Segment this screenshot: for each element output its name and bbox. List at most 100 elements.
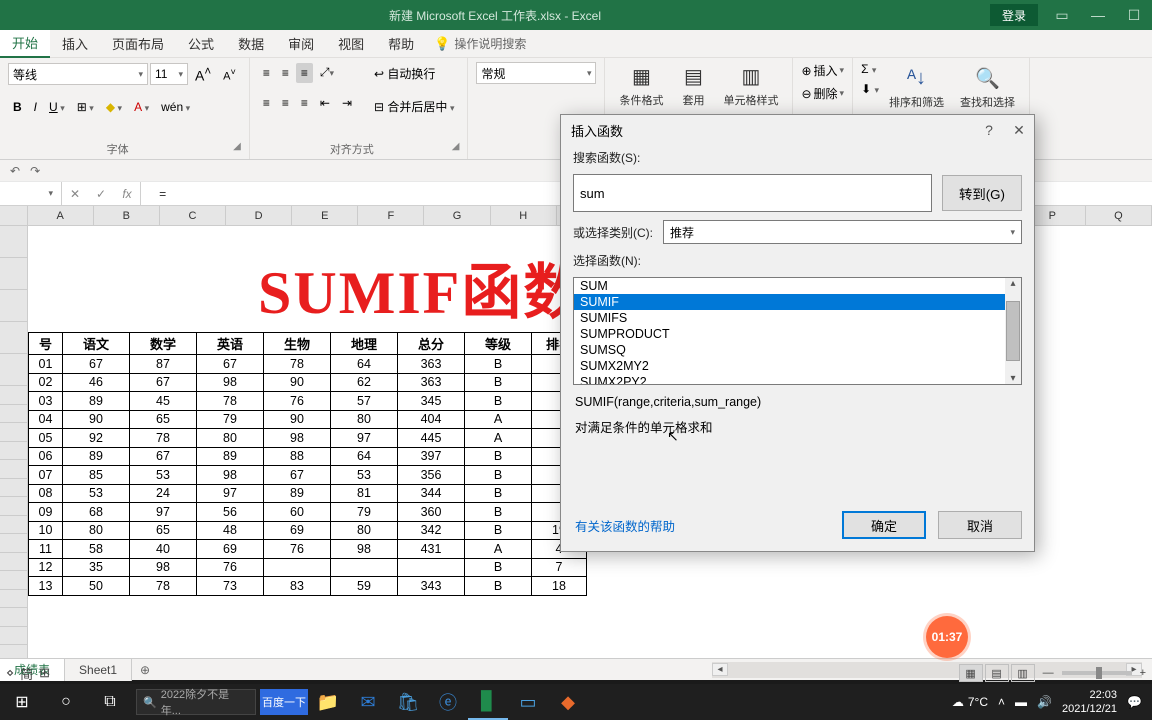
row-header[interactable] [0,516,28,535]
table-cell[interactable]: 89 [264,484,331,503]
tab-review[interactable]: 审阅 [276,30,326,58]
table-cell[interactable] [331,558,398,577]
table-cell[interactable]: 89 [63,447,130,466]
row-header[interactable] [0,553,28,572]
row-header[interactable] [0,226,28,258]
cell-styles-button[interactable]: ▥单元格样式 [717,60,784,110]
font-size-select[interactable]: 11▾ [150,63,188,85]
function-list-item[interactable]: SUMIF [574,294,1021,310]
align-bottom-icon[interactable]: ≡ [296,63,313,83]
autosum-icon[interactable]: Σ ▾ [861,62,879,76]
search-input[interactable] [573,174,932,212]
table-cell[interactable]: 78 [130,577,197,596]
confirm-edit-icon[interactable]: ✓ [88,182,114,205]
align-left-icon[interactable]: ≡ [258,93,275,113]
table-cell[interactable]: 07 [29,466,63,485]
bold-button[interactable]: B [8,97,27,117]
table-cell[interactable]: 01 [29,355,63,374]
table-cell[interactable]: 89 [197,447,264,466]
table-cell[interactable]: 06 [29,447,63,466]
table-cell[interactable]: 76 [197,558,264,577]
table-cell[interactable]: 343 [398,577,465,596]
tab-help[interactable]: 帮助 [376,30,426,58]
dialog-close-icon[interactable]: ✕ [1004,122,1034,139]
table-cell[interactable]: 68 [63,503,130,522]
baidu-button[interactable]: 百度一下 [260,689,308,715]
table-cell[interactable]: 80 [331,521,398,540]
table-cell[interactable]: A [465,540,532,559]
insert-function-icon[interactable]: fx [114,182,140,205]
column-header[interactable]: E [292,206,358,225]
column-header[interactable]: C [160,206,226,225]
table-cell[interactable] [398,558,465,577]
footer-icon[interactable]: ⋄ [6,665,14,681]
add-sheet-icon[interactable]: ⊕ [132,663,158,677]
table-cell[interactable]: 98 [264,429,331,448]
table-cell[interactable]: 67 [63,355,130,374]
cancel-button[interactable]: 取消 [938,511,1022,539]
table-cell[interactable]: 97 [197,484,264,503]
name-box[interactable]: ▾ [0,182,62,205]
table-cell[interactable] [264,558,331,577]
table-cell[interactable]: 73 [197,577,264,596]
table-cell[interactable]: 76 [264,540,331,559]
fill-icon[interactable]: ⬇ ▾ [861,82,879,96]
tab-home[interactable]: 开始 [0,30,50,58]
orientation-icon[interactable]: ⤢▾ [315,62,339,83]
select-all-corner[interactable] [0,206,28,225]
format-table-button[interactable]: ▤套用 [673,60,713,110]
table-cell[interactable]: 431 [398,540,465,559]
table-cell[interactable]: 05 [29,429,63,448]
app-excel[interactable]: ▊ [468,684,508,720]
column-header[interactable]: D [226,206,292,225]
table-cell[interactable]: 87 [130,355,197,374]
delete-cells-button[interactable]: 删除 [814,85,838,102]
list-scrollbar[interactable]: ▴▾ [1005,278,1021,384]
table-cell[interactable]: 81 [331,484,398,503]
function-list[interactable]: SUMSUMIFSUMIFSSUMPRODUCTSUMSQSUMX2MY2SUM… [573,277,1022,385]
scroll-thumb[interactable] [1006,301,1020,361]
table-cell[interactable]: 90 [264,373,331,392]
align-top-icon[interactable]: ≡ [258,63,275,83]
table-cell[interactable]: 344 [398,484,465,503]
table-cell[interactable]: 356 [398,466,465,485]
insert-cells-button[interactable]: 插入 [814,62,838,79]
scroll-down-icon[interactable]: ▾ [1010,373,1015,384]
table-cell[interactable]: 88 [264,447,331,466]
table-cell[interactable]: 09 [29,503,63,522]
row-header[interactable] [0,290,28,322]
footer-icon[interactable]: 简 [20,664,33,683]
go-button[interactable]: 转到(G) [942,175,1022,211]
table-cell[interactable]: 60 [264,503,331,522]
table-cell[interactable]: 90 [63,410,130,429]
font-name-select[interactable]: 等线▾ [8,63,148,85]
row-header[interactable] [0,497,28,516]
table-cell[interactable]: 79 [331,503,398,522]
tray-chevron-icon[interactable]: ˄ [998,695,1005,709]
table-cell[interactable]: 342 [398,521,465,540]
table-cell[interactable]: 67 [264,466,331,485]
function-help-link[interactable]: 有关该函数的帮助 [573,518,677,536]
function-list-item[interactable]: SUMIFS [574,310,1021,326]
taskbar-search[interactable]: 🔍2022除夕不是年... [136,689,256,715]
column-header[interactable]: A [28,206,94,225]
scroll-up-icon[interactable]: ▴ [1010,278,1015,289]
redo-icon[interactable]: ↷ [30,164,40,178]
indent-inc-icon[interactable]: ⇥ [337,93,357,113]
table-cell[interactable]: 57 [331,392,398,411]
table-cell[interactable]: 363 [398,373,465,392]
row-header[interactable] [0,442,28,461]
undo-icon[interactable]: ↶ [10,164,20,178]
table-cell[interactable]: 67 [197,355,264,374]
table-cell[interactable]: 59 [331,577,398,596]
table-cell[interactable]: 48 [197,521,264,540]
table-cell[interactable]: 98 [130,558,197,577]
tab-view[interactable]: 视图 [326,30,376,58]
table-cell[interactable]: 64 [331,355,398,374]
footer-icon[interactable]: ⊞ [39,665,50,681]
grow-font-icon[interactable]: A˄ [190,62,216,87]
row-header[interactable] [0,354,28,386]
page-layout-view-icon[interactable]: ▤ [985,664,1009,682]
notification-icon[interactable]: 💬 [1127,695,1142,709]
align-middle-icon[interactable]: ≡ [277,63,294,83]
